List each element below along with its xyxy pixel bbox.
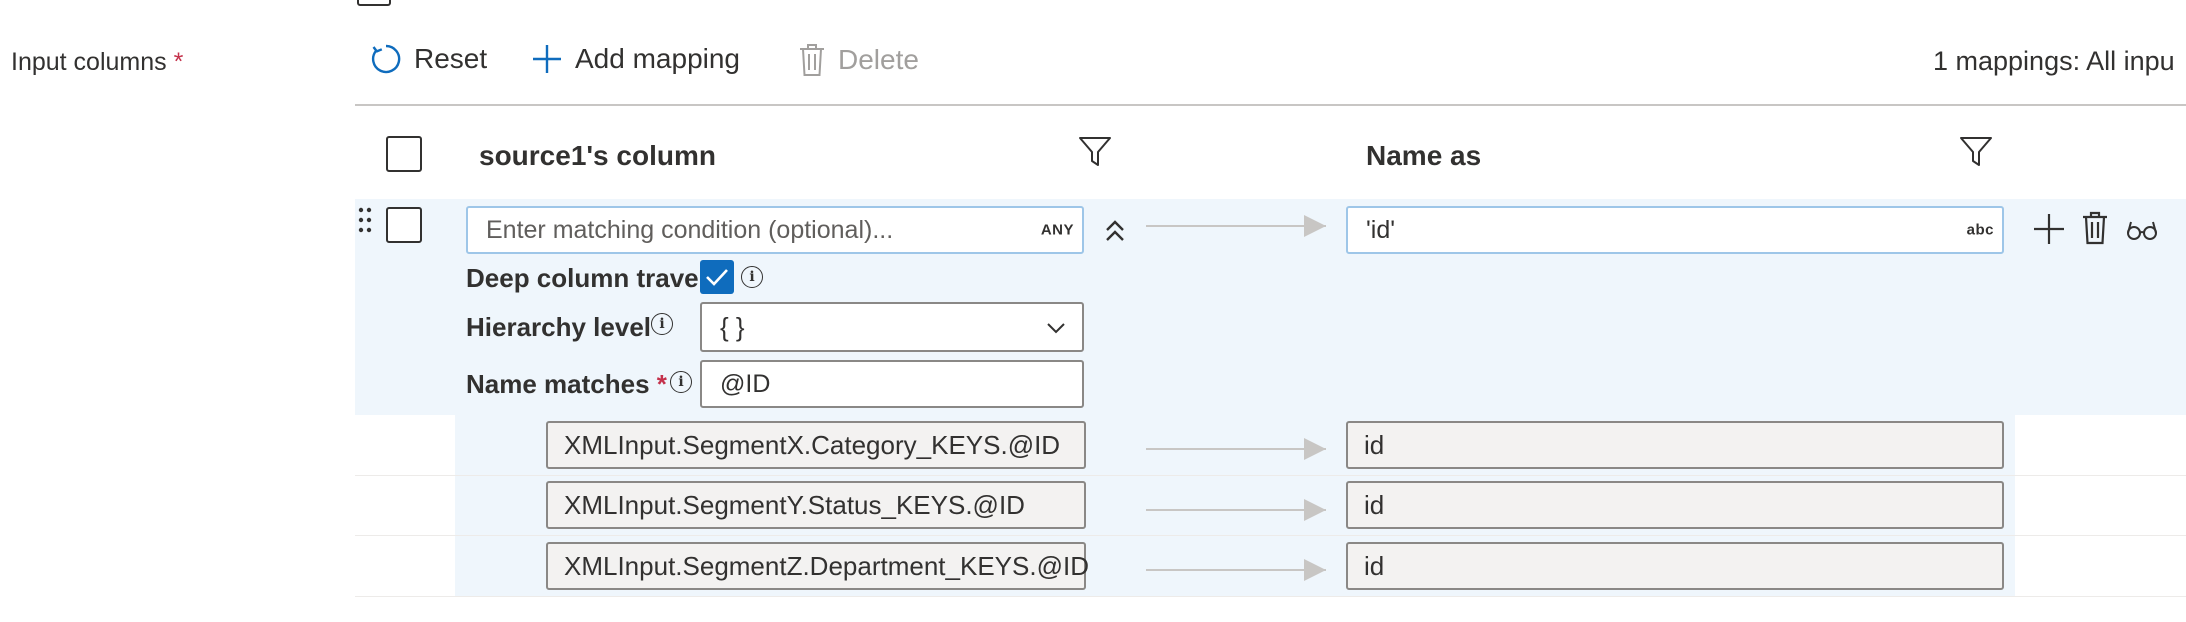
collapse-chevron-icon[interactable]: [1104, 219, 1126, 248]
plus-icon: [533, 45, 561, 73]
row-divider: [355, 596, 2186, 597]
hierarchy-level-info-icon[interactable]: i: [651, 313, 673, 335]
mapping-arrow-head: [1304, 499, 1326, 521]
deep-traversal-label: Deep column traver: [466, 263, 709, 293]
toolbar-divider: [355, 104, 2186, 106]
select-all-checkbox[interactable]: [386, 136, 422, 172]
name-as-input[interactable]: 'id' abc: [1346, 206, 2004, 254]
checkmark-icon: [706, 269, 728, 286]
source-column-header: source1's column: [479, 140, 716, 171]
matching-condition-input[interactable]: Enter matching condition (optional)... A…: [466, 206, 1084, 254]
matched-target-field: id: [1346, 542, 2004, 590]
add-mapping-button[interactable]: Add mapping: [531, 43, 740, 75]
name-as-value: 'id': [1366, 215, 1396, 244]
name-matches-label-text: Name matches: [466, 369, 650, 399]
mapping-arrow-line: [1146, 225, 1326, 227]
reset-icon: [371, 44, 401, 74]
drag-handle-icon[interactable]: [358, 207, 372, 238]
deep-traversal-checkbox[interactable]: [700, 260, 734, 294]
trash-icon: [800, 44, 824, 76]
mapping-arrow-line: [1146, 569, 1326, 571]
required-mark: *: [173, 48, 184, 76]
top-option-checkbox[interactable]: [357, 0, 391, 6]
mapping-arrow-head: [1304, 215, 1326, 237]
condition-type-badge: ANY: [1040, 221, 1074, 239]
mapping-arrow-line: [1146, 448, 1326, 450]
delete-button[interactable]: Delete: [798, 43, 919, 77]
mapping-arrow-line: [1146, 509, 1326, 511]
add-rule-icon[interactable]: [2033, 213, 2065, 250]
deep-traversal-info-icon[interactable]: i: [741, 266, 763, 288]
source-filter-icon[interactable]: [1078, 136, 1112, 173]
name-matches-required-mark: *: [656, 369, 667, 399]
matched-source-field: XMLInput.SegmentZ.Department_KEYS.@ID: [546, 542, 1089, 590]
rule-row-checkbox[interactable]: [386, 207, 422, 243]
preview-glasses-icon[interactable]: [2126, 219, 2158, 246]
name-as-header: Name as: [1366, 140, 1482, 171]
matched-target-field: id: [1346, 421, 2004, 469]
name-as-type-badge: abc: [1966, 221, 1994, 239]
matched-source-field: XMLInput.SegmentX.Category_KEYS.@ID: [546, 421, 1086, 469]
name-matches-info-icon[interactable]: i: [670, 371, 692, 393]
add-mapping-label: Add mapping: [575, 43, 741, 74]
hierarchy-level-value: { }: [720, 311, 745, 342]
name-as-filter-icon[interactable]: [1959, 136, 1993, 173]
mappings-summary: 1 mappings: All inpu: [1933, 46, 2175, 76]
matched-target-field: id: [1346, 481, 2004, 529]
mapping-arrow-head: [1304, 559, 1326, 581]
delete-label: Delete: [838, 44, 919, 75]
input-columns-label: Input columns *: [11, 48, 183, 77]
name-matches-value: @ID: [720, 369, 771, 398]
hierarchy-level-dropdown[interactable]: { }: [700, 302, 1084, 352]
chevron-down-icon: [1047, 323, 1065, 334]
delete-rule-icon[interactable]: [2081, 211, 2109, 250]
input-columns-label-text: Input columns: [11, 48, 167, 76]
matching-condition-placeholder: Enter matching condition (optional)...: [486, 215, 894, 244]
hierarchy-level-label: Hierarchy level: [466, 312, 652, 342]
matched-source-field: XMLInput.SegmentY.Status_KEYS.@ID: [546, 481, 1086, 529]
name-matches-input[interactable]: @ID: [700, 360, 1084, 408]
name-matches-label: Name matches *: [466, 369, 667, 400]
reset-button[interactable]: Reset: [370, 43, 487, 75]
reset-label: Reset: [414, 43, 488, 74]
mapping-arrow-head: [1304, 438, 1326, 460]
